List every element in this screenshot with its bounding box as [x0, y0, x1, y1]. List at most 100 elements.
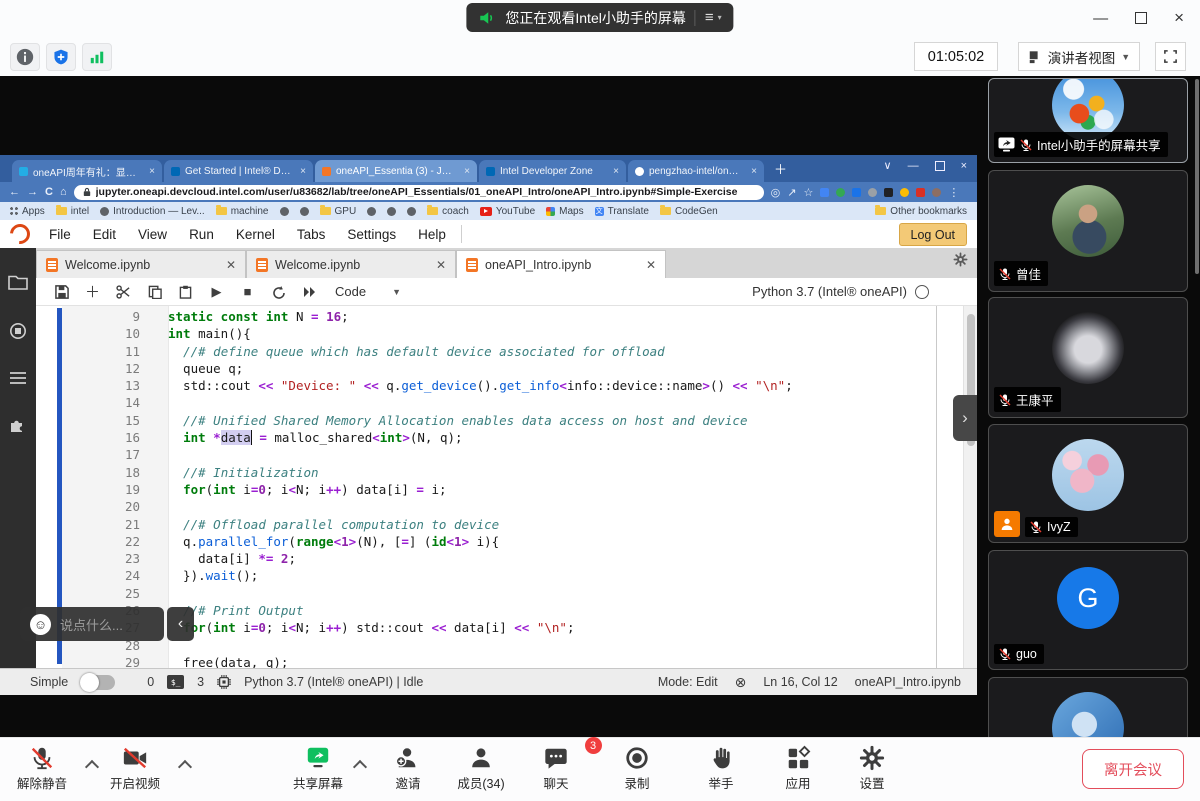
browser-maximize-button[interactable] [935, 161, 945, 171]
forward-icon[interactable]: → [27, 186, 38, 198]
menu-item-run[interactable]: Run [178, 227, 225, 242]
run-all-icon[interactable] [294, 286, 325, 298]
tab-close-icon[interactable]: × [149, 166, 155, 177]
bookmark-item[interactable]: YouTube [480, 206, 535, 217]
extension-icon[interactable] [900, 188, 909, 197]
chat-collapse-button[interactable]: ‹ [167, 607, 194, 641]
fullscreen-button[interactable] [1155, 42, 1186, 71]
maximize-button[interactable] [1135, 12, 1147, 24]
notebook-tab-close-icon[interactable]: ✕ [646, 258, 656, 272]
notebook-tab-close-icon[interactable]: ✕ [226, 258, 236, 272]
browser-tab[interactable]: oneAPI周年有礼：显卡1介绍_哔× [12, 160, 162, 182]
code-line[interactable]: 19 for(int i=0; i<N; i++) data[i] = i; [36, 481, 963, 498]
tab-close-icon[interactable]: × [613, 166, 619, 177]
cursor-position[interactable]: Ln 16, Col 12 [763, 675, 837, 689]
gear-icon[interactable] [953, 252, 968, 272]
browser-menu-icon[interactable]: ⋮ [948, 186, 959, 199]
code-line[interactable]: 25 [36, 585, 963, 602]
toolbar-chat-button[interactable]: 3聊天 [518, 744, 594, 792]
notebook-tab[interactable]: Welcome.ipynb✕ [246, 250, 456, 278]
extension-icon[interactable] [884, 188, 893, 197]
extension-icon[interactable] [836, 188, 845, 197]
sidebar-collapse-handle[interactable]: › [953, 395, 977, 441]
bookmark-item[interactable] [367, 207, 376, 216]
menu-item-view[interactable]: View [127, 227, 178, 242]
toolbar-record-button[interactable]: 录制 [599, 744, 675, 792]
share-page-icon[interactable]: ↗ [787, 186, 796, 199]
browser-tab[interactable]: Intel Developer Zone× [479, 160, 626, 182]
paste-cell-icon[interactable] [170, 285, 201, 299]
browser-close-button[interactable]: × [961, 160, 967, 172]
cut-cell-icon[interactable] [108, 285, 139, 299]
editor-mode[interactable]: Mode: Edit [658, 675, 718, 689]
participant-tile[interactable]: IvyZ [988, 424, 1188, 543]
browser-minimize-button[interactable]: — [908, 160, 919, 172]
bookmark-item[interactable] [280, 207, 289, 216]
menu-item-kernel[interactable]: Kernel [225, 227, 286, 242]
watching-banner[interactable]: 您正在观看Intel小助手的屏幕 ≡ ▾ [466, 3, 733, 32]
kernel-status-icon[interactable] [915, 285, 929, 299]
bookmark-item[interactable]: machine [216, 206, 269, 217]
network-quality-button[interactable] [82, 43, 112, 71]
close-button[interactable]: × [1174, 8, 1184, 28]
code-line[interactable]: 16 int *data = malloc_shared<int>(N, q); [36, 429, 963, 446]
notebook-tab-close-icon[interactable]: ✕ [436, 258, 446, 272]
browser-tab[interactable]: Get Started | Intel® DevCloud× [164, 160, 313, 182]
toolbar-settings-button[interactable]: 设置 [834, 744, 910, 792]
extension-manager-icon[interactable] [9, 416, 27, 439]
reload-icon[interactable]: C [45, 186, 53, 198]
participant-tile[interactable]: 曾佳 [988, 170, 1188, 292]
toolbar-members-button[interactable]: 成员(34) [443, 744, 519, 792]
url-input[interactable]: jupyter.oneapi.devcloud.intel.com/user/u… [74, 185, 764, 200]
bookmark-item[interactable]: 文Translate [595, 206, 649, 217]
bookmark-star-icon[interactable]: ☆ [803, 186, 813, 199]
home-icon[interactable]: ⌂ [60, 186, 67, 198]
kernel-name[interactable]: Python 3.7 (Intel® oneAPI) [752, 284, 907, 299]
participant-tile[interactable]: Intel小助手的屏幕共享 [988, 78, 1188, 163]
toolbar-hand-button[interactable]: 举手 [683, 744, 759, 792]
participant-tile[interactable]: Gguo [988, 550, 1188, 670]
copy-cell-icon[interactable] [139, 285, 170, 299]
restart-kernel-icon[interactable] [263, 285, 294, 299]
logout-button[interactable]: Log Out [899, 223, 967, 246]
extension-icon[interactable] [868, 188, 877, 197]
code-line[interactable]: 12 queue q; [36, 360, 963, 377]
browser-tab[interactable]: pengzhao-intel/oneAPI_course× [628, 160, 764, 182]
banner-menu-icon[interactable]: ≡ [705, 9, 713, 26]
security-button[interactable] [46, 43, 76, 71]
search-mode-icon[interactable]: ◎ [771, 186, 781, 199]
toolbar-invite-button[interactable]: 邀请 [370, 744, 446, 792]
participant-tile[interactable] [988, 677, 1188, 737]
code-line[interactable]: 11 //# define queue which has default de… [36, 343, 963, 360]
extension-icon[interactable] [852, 188, 861, 197]
menu-item-settings[interactable]: Settings [336, 227, 407, 242]
toolbar-screen-share-button[interactable]: 共享屏幕 [280, 744, 356, 792]
new-tab-button[interactable]: ＋ [774, 159, 787, 178]
menu-item-help[interactable]: Help [407, 227, 457, 242]
code-line[interactable]: 18 //# Initialization [36, 464, 963, 481]
menu-item-tabs[interactable]: Tabs [286, 227, 337, 242]
back-icon[interactable]: ← [9, 186, 20, 198]
run-cell-icon[interactable]: ▶ [201, 284, 232, 300]
simple-mode-toggle[interactable] [81, 675, 115, 690]
bookmark-item[interactable]: intel [56, 206, 89, 217]
tab-close-icon[interactable]: × [464, 166, 470, 177]
bookmark-item[interactable]: Apps [10, 206, 45, 217]
menu-item-file[interactable]: File [38, 227, 82, 242]
code-line[interactable]: 22 q.parallel_for(range<1>(N), [=] (id<1… [36, 533, 963, 550]
tab-close-icon[interactable]: × [300, 166, 306, 177]
view-mode-button[interactable]: 演讲者视图 ▼ [1018, 42, 1140, 71]
code-line[interactable]: 9static const int N = 16; [36, 308, 963, 325]
stop-kernel-icon[interactable]: ■ [232, 284, 263, 299]
toolbar-apps-button[interactable]: 应用 [760, 744, 836, 792]
sidebar-scrollbar[interactable] [1195, 79, 1199, 274]
emoji-icon[interactable]: ☺ [30, 614, 51, 635]
bookmark-item[interactable]: GPU [320, 206, 357, 217]
code-line[interactable]: 24 }).wait(); [36, 567, 963, 584]
notebook-tab[interactable]: oneAPI_Intro.ipynb✕ [456, 250, 666, 278]
meeting-info-button[interactable] [10, 43, 40, 71]
bookmark-item[interactable]: Introduction — Lev... [100, 206, 205, 217]
browser-tab[interactable]: oneAPI_Essentia (3) - JupyterLab× [315, 160, 477, 182]
toolbar-mic-off-button[interactable]: 解除静音 [4, 744, 80, 792]
minimize-button[interactable]: — [1093, 10, 1108, 27]
